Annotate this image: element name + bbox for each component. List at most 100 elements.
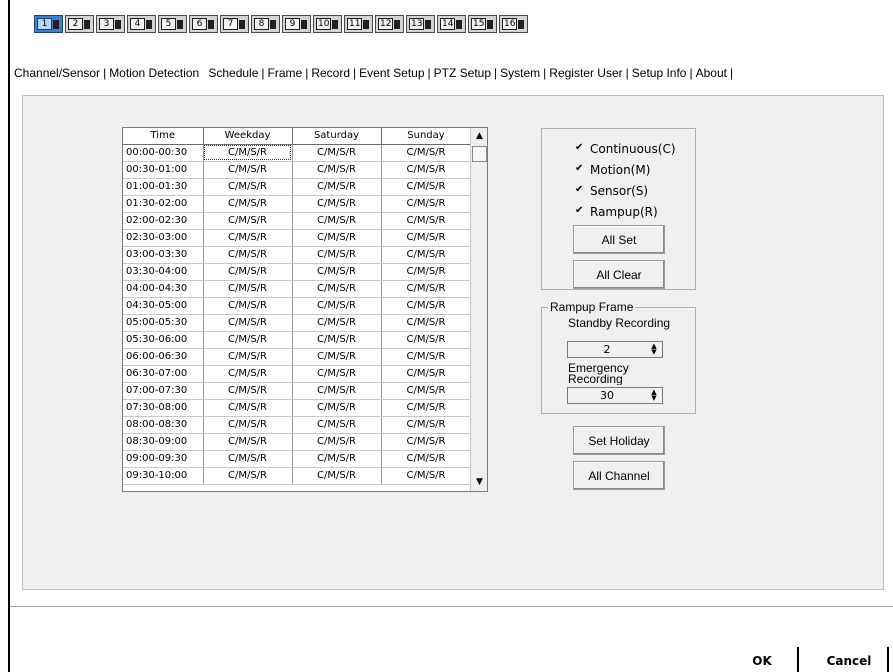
time-slot-cell[interactable]: 04:00-04:30 <box>123 280 204 298</box>
time-slot-cell[interactable]: 02:00-02:30 <box>123 212 204 230</box>
time-slot-cell[interactable]: 09:30-10:00 <box>123 467 204 485</box>
motion-checkbox[interactable]: ✔ Motion(M) <box>575 162 650 177</box>
schedule-cell[interactable]: C/M/S/R <box>203 246 293 264</box>
schedule-cell[interactable]: C/M/S/R <box>292 365 382 383</box>
schedule-cell[interactable]: C/M/S/R <box>292 280 382 298</box>
time-slot-cell[interactable]: 02:30-03:00 <box>123 229 204 247</box>
schedule-cell[interactable]: C/M/S/R <box>203 399 293 417</box>
channel-button-4[interactable]: 4 <box>127 15 156 33</box>
schedule-cell[interactable]: C/M/S/R <box>292 212 382 230</box>
channel-button-16[interactable]: 16 <box>499 15 528 33</box>
schedule-cell[interactable]: C/M/S/R <box>203 450 293 468</box>
schedule-cell[interactable]: C/M/S/R <box>203 433 293 451</box>
table-row[interactable]: 04:00-04:30 C/M/S/R C/M/S/R C/M/S/R <box>123 280 472 298</box>
channel-button-12[interactable]: 12 <box>375 15 404 33</box>
tab-setup-info[interactable]: Setup Info <box>632 66 687 80</box>
schedule-cell[interactable]: C/M/S/R <box>203 297 293 315</box>
time-slot-cell[interactable]: 00:30-01:00 <box>123 161 204 179</box>
time-slot-cell[interactable]: 03:30-04:00 <box>123 263 204 281</box>
time-slot-cell[interactable]: 01:00-01:30 <box>123 178 204 196</box>
standby-recording-stepper[interactable]: 2 ▲ ▼ <box>567 341 663 358</box>
table-row[interactable]: 00:30-01:00 C/M/S/R C/M/S/R C/M/S/R <box>123 161 472 179</box>
channel-button-6[interactable]: 6 <box>189 15 218 33</box>
schedule-cell[interactable]: C/M/S/R <box>381 297 472 315</box>
schedule-cell[interactable]: C/M/S/R <box>292 263 382 281</box>
table-row[interactable]: 05:30-06:00 C/M/S/R C/M/S/R C/M/S/R <box>123 331 472 349</box>
schedule-cell[interactable]: C/M/S/R <box>203 161 293 179</box>
tab-ptz-setup[interactable]: PTZ Setup <box>434 66 491 80</box>
schedule-cell[interactable]: C/M/S/R <box>381 263 472 281</box>
emergency-recording-stepper[interactable]: 30 ▲ ▼ <box>567 387 663 404</box>
channel-button-3[interactable]: 3 <box>96 15 125 33</box>
schedule-cell[interactable]: C/M/S/R <box>292 195 382 213</box>
schedule-cell[interactable]: C/M/S/R <box>203 195 293 213</box>
channel-button-10[interactable]: 10 <box>313 15 342 33</box>
time-slot-cell[interactable]: 00:00-00:30 <box>123 144 204 162</box>
table-row[interactable]: 09:30-10:00 C/M/S/R C/M/S/R C/M/S/R <box>123 467 472 485</box>
table-row[interactable]: 06:30-07:00 C/M/S/R C/M/S/R C/M/S/R <box>123 365 472 383</box>
time-slot-cell[interactable]: 05:00-05:30 <box>123 314 204 332</box>
tab-motion-detection[interactable]: Motion Detection <box>109 66 199 80</box>
time-slot-cell[interactable]: 03:00-03:30 <box>123 246 204 264</box>
schedule-cell[interactable]: C/M/S/R <box>203 416 293 434</box>
table-row[interactable]: 02:00-02:30 C/M/S/R C/M/S/R C/M/S/R <box>123 212 472 230</box>
time-slot-cell[interactable]: 09:00-09:30 <box>123 450 204 468</box>
schedule-scrollbar[interactable]: ▲ ▼ <box>470 128 487 491</box>
spin-arrows-icon[interactable]: ▲ ▼ <box>649 389 659 402</box>
table-row[interactable]: 09:00-09:30 C/M/S/R C/M/S/R C/M/S/R <box>123 450 472 468</box>
schedule-cell[interactable]: C/M/S/R <box>203 178 293 196</box>
schedule-cell[interactable]: C/M/S/R <box>292 161 382 179</box>
schedule-cell[interactable]: C/M/S/R <box>203 280 293 298</box>
channel-button-7[interactable]: 7 <box>220 15 249 33</box>
all-clear-button[interactable]: All Clear <box>573 260 665 289</box>
schedule-cell[interactable]: C/M/S/R <box>292 467 382 485</box>
schedule-cell[interactable]: C/M/S/R <box>292 331 382 349</box>
channel-button-2[interactable]: 2 <box>65 15 94 33</box>
schedule-cell[interactable]: C/M/S/R <box>381 161 472 179</box>
schedule-cell[interactable]: C/M/S/R <box>381 399 472 417</box>
schedule-cell[interactable]: C/M/S/R <box>381 382 472 400</box>
schedule-cell[interactable]: C/M/S/R <box>203 212 293 230</box>
schedule-cell[interactable]: C/M/S/R <box>292 246 382 264</box>
schedule-cell[interactable]: C/M/S/R <box>203 348 293 366</box>
time-slot-cell[interactable]: 08:30-09:00 <box>123 433 204 451</box>
table-row[interactable]: 07:30-08:00 C/M/S/R C/M/S/R C/M/S/R <box>123 399 472 417</box>
schedule-cell[interactable]: C/M/S/R <box>381 229 472 247</box>
schedule-cell[interactable]: C/M/S/R <box>203 144 293 162</box>
schedule-cell[interactable]: C/M/S/R <box>381 450 472 468</box>
schedule-cell[interactable]: C/M/S/R <box>292 433 382 451</box>
schedule-cell[interactable]: C/M/S/R <box>203 229 293 247</box>
schedule-cell[interactable]: C/M/S/R <box>292 229 382 247</box>
channel-button-14[interactable]: 14 <box>437 15 466 33</box>
schedule-cell[interactable]: C/M/S/R <box>381 331 472 349</box>
schedule-cell[interactable]: C/M/S/R <box>381 467 472 485</box>
scroll-down-icon[interactable]: ▼ <box>471 474 487 491</box>
schedule-cell[interactable]: C/M/S/R <box>381 365 472 383</box>
time-slot-cell[interactable]: 07:30-08:00 <box>123 399 204 417</box>
schedule-cell[interactable]: C/M/S/R <box>203 263 293 281</box>
channel-button-5[interactable]: 5 <box>158 15 187 33</box>
rampup-checkbox[interactable]: ✔ Rampup(R) <box>575 204 658 219</box>
channel-button-1[interactable]: 1 <box>34 15 63 33</box>
schedule-cell[interactable]: C/M/S/R <box>292 297 382 315</box>
tab-system[interactable]: System <box>500 66 540 80</box>
continuous-checkbox[interactable]: ✔ Continuous(C) <box>575 141 676 156</box>
schedule-cell[interactable]: C/M/S/R <box>292 399 382 417</box>
schedule-cell[interactable]: C/M/S/R <box>381 246 472 264</box>
cancel-button[interactable]: Cancel <box>818 649 880 672</box>
schedule-cell[interactable]: C/M/S/R <box>292 382 382 400</box>
scroll-up-icon[interactable]: ▲ <box>471 128 487 145</box>
time-slot-cell[interactable]: 04:30-05:00 <box>123 297 204 315</box>
table-row[interactable]: 03:30-04:00 C/M/S/R C/M/S/R C/M/S/R <box>123 263 472 281</box>
schedule-cell[interactable]: C/M/S/R <box>381 280 472 298</box>
tab-schedule[interactable]: Schedule <box>208 66 258 80</box>
schedule-cell[interactable]: C/M/S/R <box>203 467 293 485</box>
schedule-cell[interactable]: C/M/S/R <box>381 212 472 230</box>
channel-button-13[interactable]: 13 <box>406 15 435 33</box>
time-slot-cell[interactable]: 06:30-07:00 <box>123 365 204 383</box>
schedule-cell[interactable]: C/M/S/R <box>292 450 382 468</box>
tab-record[interactable]: Record <box>311 66 350 80</box>
tab-about[interactable]: About <box>696 66 727 80</box>
table-row[interactable]: 02:30-03:00 C/M/S/R C/M/S/R C/M/S/R <box>123 229 472 247</box>
table-row[interactable]: 05:00-05:30 C/M/S/R C/M/S/R C/M/S/R <box>123 314 472 332</box>
